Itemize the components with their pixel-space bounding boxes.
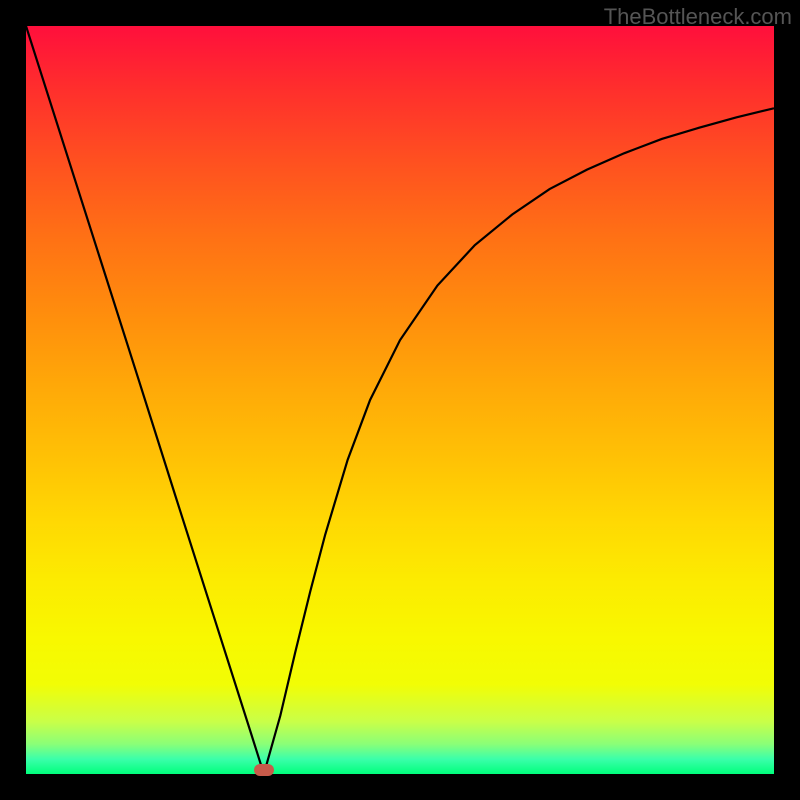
chart-container: TheBottleneck.com xyxy=(0,0,800,800)
optimal-point-marker xyxy=(254,764,274,776)
bottleneck-curve xyxy=(26,26,774,774)
watermark-text: TheBottleneck.com xyxy=(604,4,792,30)
plot-area xyxy=(26,26,774,774)
